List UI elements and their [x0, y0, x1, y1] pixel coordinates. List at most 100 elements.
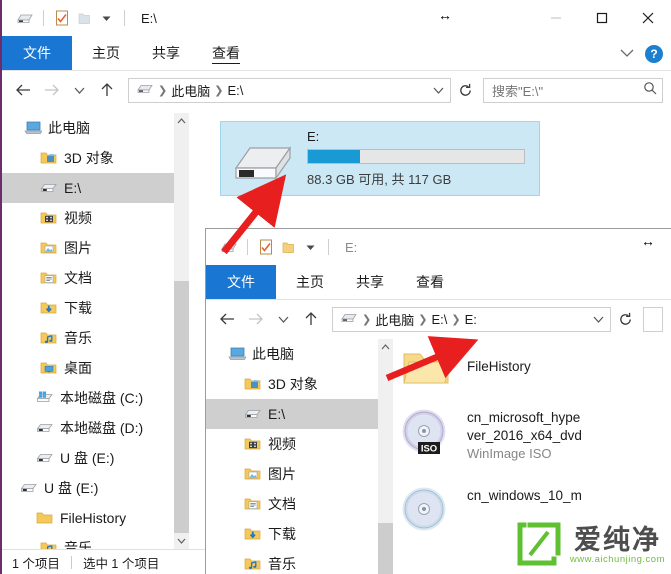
close-button[interactable] — [625, 0, 671, 36]
tab-view[interactable]: 查看 — [400, 265, 460, 299]
tree-item-label: 图片 — [268, 466, 296, 482]
chevron-down-icon[interactable] — [619, 46, 635, 61]
back-button[interactable] — [214, 306, 240, 332]
tab-home[interactable]: 主页 — [76, 36, 136, 70]
breadcrumb-item-this-pc[interactable]: 此电脑 — [171, 81, 210, 100]
refresh-button[interactable] — [453, 78, 477, 103]
tab-file[interactable]: 文件 — [206, 265, 276, 299]
tree-item-label: 3D 对象 — [64, 150, 114, 166]
tree-item-5[interactable]: 文档 — [206, 489, 378, 519]
up-button[interactable] — [298, 306, 324, 332]
search-box[interactable] — [643, 306, 663, 332]
new-folder-icon[interactable] — [277, 236, 299, 258]
tree-item-7[interactable]: 音乐 — [206, 549, 378, 574]
address-bar[interactable]: ❯ 此电脑 ❯ E:\ ❯ E: — [332, 306, 611, 332]
breadcrumb-drive-icon[interactable] — [136, 82, 154, 98]
inner-navigation-pane: 此电脑 3D 对象 E:\ 视频图片文档 下载 音乐 — [206, 339, 378, 574]
tree-item-1[interactable]: 3D 对象 — [206, 369, 378, 399]
address-dropdown-icon[interactable] — [428, 86, 448, 95]
breadcrumb-item-drive-root[interactable]: E:\ — [431, 312, 447, 327]
tree-item-9[interactable]: 本地磁盘 (C:) — [2, 383, 174, 413]
scroll-up-icon[interactable] — [174, 113, 189, 129]
tree-item-6[interactable]: 下载 — [206, 519, 378, 549]
back-button[interactable] — [10, 77, 36, 103]
maximize-button[interactable] — [579, 0, 625, 36]
tree-item-14[interactable]: 音乐 — [2, 533, 174, 549]
tree-item-6[interactable]: 下载 — [2, 293, 174, 323]
tree-item-1[interactable]: 3D 对象 — [2, 143, 174, 173]
help-icon[interactable]: ? — [645, 44, 663, 63]
breadcrumb-separator-1[interactable]: ❯ — [158, 84, 167, 97]
tree-item-0[interactable]: 此电脑 — [206, 339, 378, 369]
this-pc-icon — [24, 119, 42, 137]
customize-dropdown-icon[interactable] — [95, 7, 117, 29]
tab-view[interactable]: 查看 — [196, 36, 256, 70]
tree-item-13[interactable]: FileHistory — [2, 503, 174, 533]
properties-icon[interactable] — [51, 7, 73, 29]
status-divider — [70, 555, 72, 569]
file-item-iso-1[interactable]: ISO cn_microsoft_hype ver_2016_x64_dvd W… — [399, 409, 582, 463]
address-bar[interactable]: ❯ 此电脑 ❯ E:\ — [128, 77, 451, 103]
drive-icon[interactable] — [218, 236, 240, 258]
scroll-down-icon[interactable] — [174, 533, 189, 549]
file-name: FileHistory — [467, 359, 531, 374]
search-input[interactable]: 搜索"E:\" — [492, 81, 643, 100]
breadcrumb: ❯ 此电脑 ❯ E:\ ❯ E: — [340, 310, 588, 329]
tree-item-5[interactable]: 文档 — [2, 263, 174, 293]
customize-dropdown-icon[interactable] — [299, 236, 321, 258]
breadcrumb-drive-icon[interactable] — [340, 311, 358, 327]
scroll-up-icon[interactable] — [378, 339, 393, 355]
tab-share[interactable]: 共享 — [340, 265, 400, 299]
tree-item-4[interactable]: 图片 — [2, 233, 174, 263]
breadcrumb-item-drive[interactable]: E: — [465, 312, 477, 327]
search-box[interactable]: 搜索"E:\" — [483, 77, 663, 103]
address-dropdown-icon[interactable] — [588, 315, 608, 324]
tree-item-10[interactable]: 本地磁盘 (D:) — [2, 413, 174, 443]
tab-share[interactable]: 共享 — [136, 36, 196, 70]
tree-item-8[interactable]: 桌面 — [2, 353, 174, 383]
tree-item-2[interactable]: E:\ — [2, 173, 174, 203]
drive-capacity-fill — [308, 150, 360, 163]
file-item-filehistory[interactable]: FileHistory — [399, 347, 531, 389]
up-button[interactable] — [94, 77, 120, 103]
tree-item-label: U 盘 (E:) — [60, 450, 115, 466]
breadcrumb-separator-3[interactable]: ❯ — [451, 313, 460, 326]
watermark-url: www.aichunjing.com — [569, 554, 665, 565]
outer-tree-scrollbar[interactable] — [174, 113, 189, 549]
usb-drive-icon — [221, 135, 307, 183]
tree-item-12[interactable]: U 盘 (E:) — [2, 473, 174, 503]
breadcrumb-item-this-pc[interactable]: 此电脑 — [375, 310, 414, 329]
breadcrumb-separator-1[interactable]: ❯ — [362, 313, 371, 326]
tree-item-label: E:\ — [64, 180, 82, 196]
inner-tree-scrollbar[interactable] — [378, 339, 393, 574]
new-folder-icon[interactable] — [73, 7, 95, 29]
tab-home[interactable]: 主页 — [280, 265, 340, 299]
tree-item-3[interactable]: 视频 — [206, 429, 378, 459]
tree-item-4[interactable]: 图片 — [206, 459, 378, 489]
tree-item-3[interactable]: 视频 — [2, 203, 174, 233]
breadcrumb-separator-2[interactable]: ❯ — [214, 84, 223, 97]
tree-item-label: 音乐 — [64, 330, 92, 346]
refresh-button[interactable] — [613, 307, 637, 332]
recent-locations-button[interactable] — [66, 77, 92, 103]
breadcrumb-separator-2[interactable]: ❯ — [418, 313, 427, 326]
tab-file[interactable]: 文件 — [2, 36, 72, 70]
drive-item-e[interactable]: E: 88.3 GB 可用, 共 117 GB — [220, 121, 540, 196]
tree-item-2[interactable]: E:\ — [206, 399, 378, 429]
drive-icon[interactable] — [14, 7, 36, 29]
forward-button[interactable] — [38, 77, 64, 103]
properties-icon[interactable] — [255, 236, 277, 258]
forward-button[interactable] — [242, 306, 268, 332]
usb-drive-icon — [40, 179, 58, 197]
recent-locations-button[interactable] — [270, 306, 296, 332]
tree-item-7[interactable]: 音乐 — [2, 323, 174, 353]
outer-ribbon-tabs: 文件 主页 共享 查看 ? — [2, 36, 671, 71]
search-icon[interactable] — [643, 81, 658, 99]
outer-scroll-thumb[interactable] — [174, 281, 189, 533]
inner-scroll-thumb[interactable] — [378, 523, 393, 574]
breadcrumb-item-drive[interactable]: E:\ — [227, 83, 243, 98]
minimize-button[interactable] — [533, 0, 579, 36]
tree-item-0[interactable]: 此电脑 — [2, 113, 174, 143]
tree-item-label: E:\ — [268, 406, 286, 422]
tree-item-11[interactable]: U 盘 (E:) — [2, 443, 174, 473]
